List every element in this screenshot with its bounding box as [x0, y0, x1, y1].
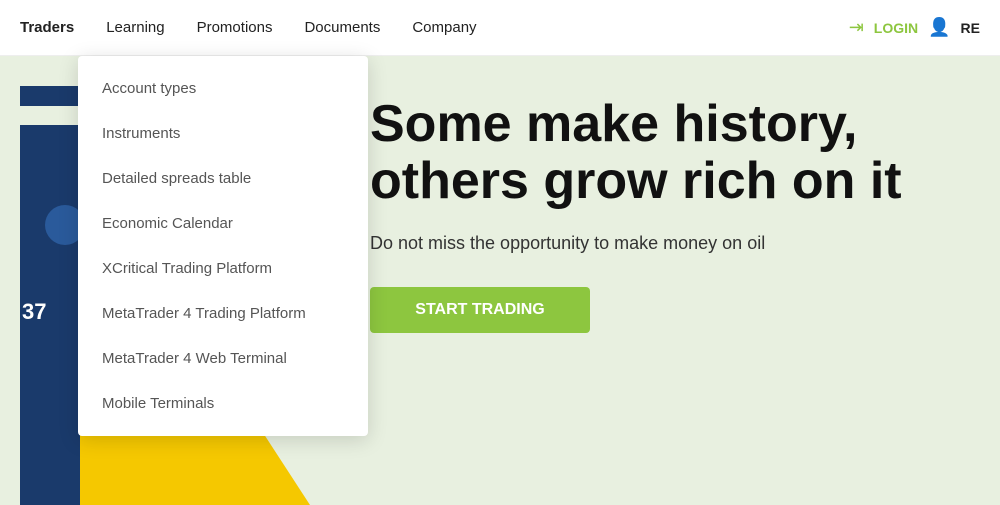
hero-cta-button[interactable]: START TRADING: [370, 287, 590, 333]
crane-number: 37: [22, 299, 46, 325]
dropdown-account-types[interactable]: Account types: [78, 66, 368, 111]
nav-actions: ⇥ LOGIN 👤 RE: [849, 17, 980, 38]
traders-dropdown: Account types Instruments Detailed sprea…: [78, 56, 368, 436]
login-button[interactable]: LOGIN: [874, 20, 918, 36]
dropdown-detailed-spreads[interactable]: Detailed spreads table: [78, 156, 368, 201]
dropdown-mt4-web[interactable]: MetaTrader 4 Web Terminal: [78, 336, 368, 381]
nav-documents[interactable]: Documents: [304, 19, 380, 36]
dropdown-mt4-trading[interactable]: MetaTrader 4 Trading Platform: [78, 291, 368, 336]
header: Traders Learning Promotions Documents Co…: [0, 0, 1000, 56]
dropdown-mobile[interactable]: Mobile Terminals: [78, 381, 368, 426]
register-button[interactable]: RE: [961, 20, 980, 36]
dropdown-instruments[interactable]: Instruments: [78, 111, 368, 156]
dropdown-economic-calendar[interactable]: Economic Calendar: [78, 201, 368, 246]
nav-traders[interactable]: Traders: [20, 19, 74, 36]
nav-company[interactable]: Company: [412, 19, 476, 36]
hero-title: Some make history, others grow rich on i…: [370, 96, 980, 210]
main-nav: Traders Learning Promotions Documents Co…: [20, 19, 477, 36]
login-icon: ⇥: [849, 17, 864, 38]
dropdown-xcritical[interactable]: XCritical Trading Platform: [78, 246, 368, 291]
hero-content: Some make history, others grow rich on i…: [370, 96, 980, 333]
user-icon: 👤: [928, 17, 950, 38]
nav-promotions[interactable]: Promotions: [197, 19, 273, 36]
hero-subtitle: Do not miss the opportunity to make mone…: [370, 230, 980, 257]
nav-learning[interactable]: Learning: [106, 19, 164, 36]
